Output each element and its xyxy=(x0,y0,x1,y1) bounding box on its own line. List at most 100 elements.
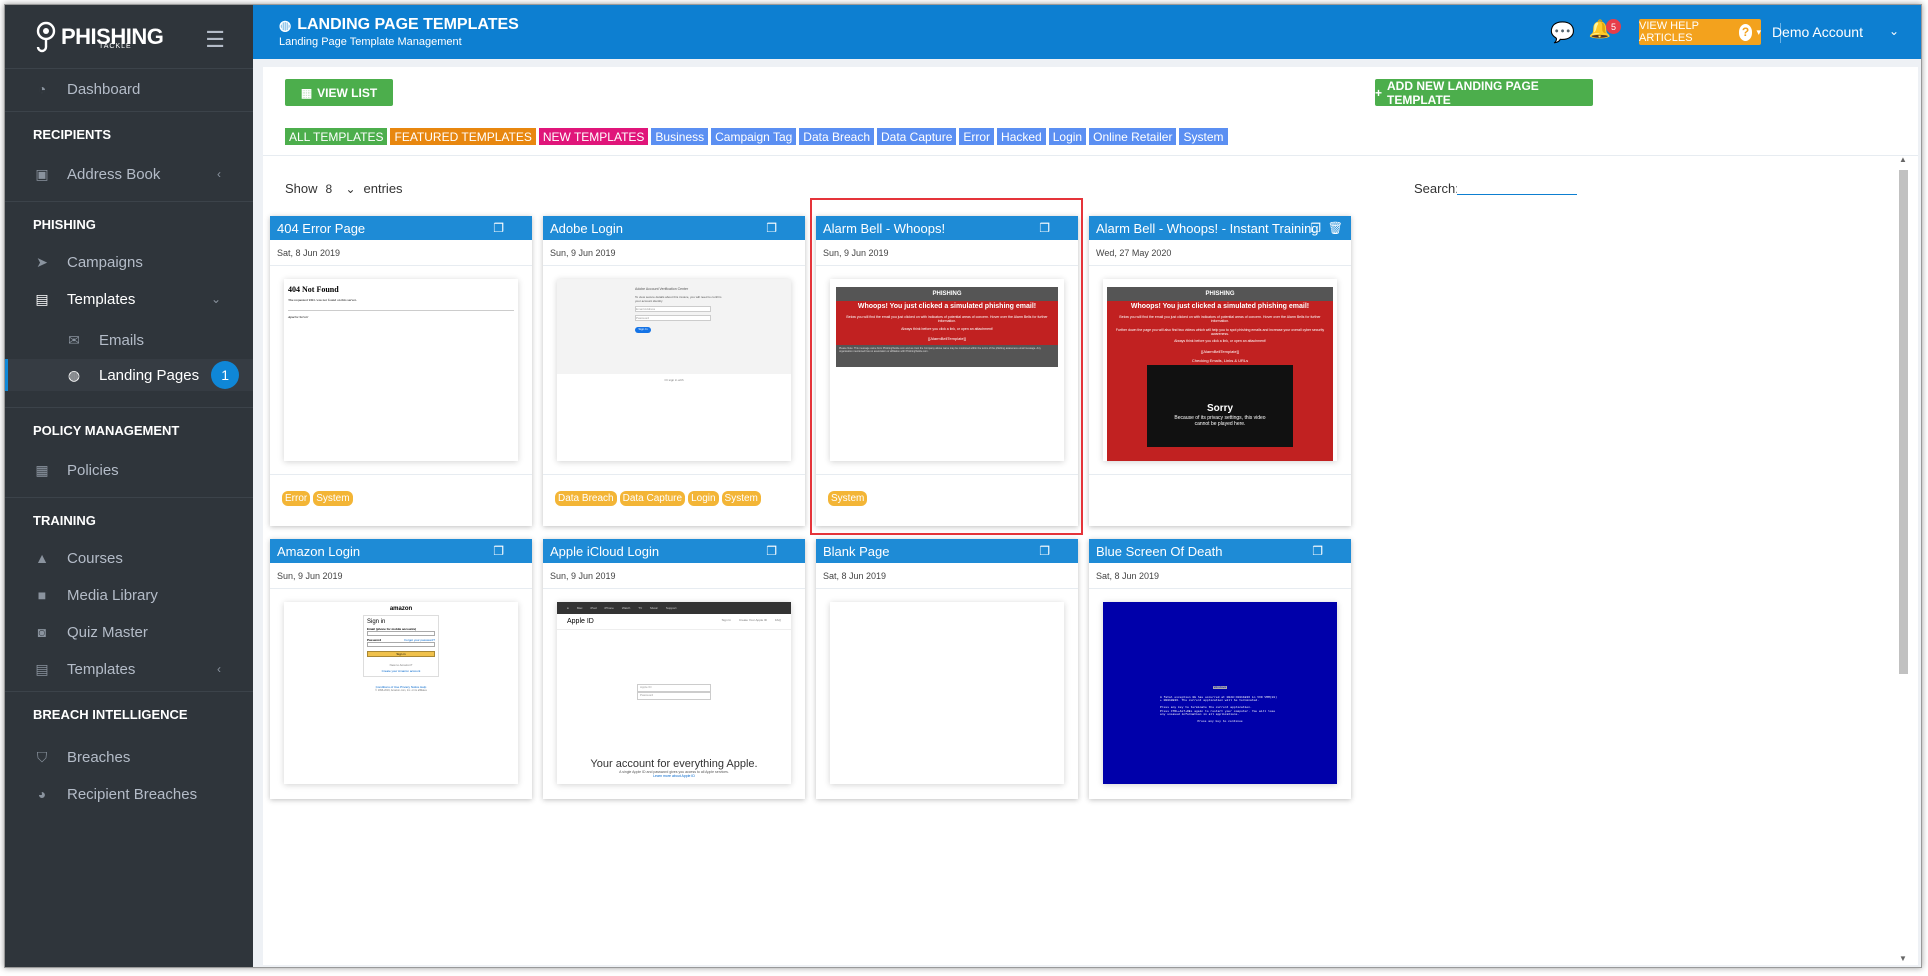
preview-footer: © 1996-2019, Amazon.com, Inc. or its aff… xyxy=(375,689,427,692)
sidebar-item-media-library[interactable]: ■ Media Library xyxy=(5,573,253,617)
copy-icon[interactable]: ❐ xyxy=(766,544,777,558)
logo[interactable]: PHISHING TACKLE ☰ xyxy=(5,5,253,69)
scrollbar[interactable]: ▲ ▼ xyxy=(1899,155,1908,963)
template-card[interactable]: Adobe Login ❐ Sun, 9 Jun 2019 Adobe Account… xyxy=(543,216,805,526)
preview-nav: ● Mac iPad iPhone Watch TV Music Support xyxy=(557,602,791,614)
template-card[interactable]: Alarm Bell - Whoops! - Instant Training ❐… xyxy=(1089,216,1351,526)
preview-text: Always think before you click a link, or… xyxy=(1174,339,1266,343)
card-tag[interactable]: Data Capture xyxy=(619,491,686,506)
template-card[interactable]: 404 Error Page ❐ Sat, 8 Jun 2019 404 Not Fo… xyxy=(270,216,532,526)
sidebar-item-dashboard[interactable]: ◔ Dashboard xyxy=(5,69,253,109)
sidebar-item-templates[interactable]: ▤ Templates ⌄ xyxy=(5,277,253,321)
filter-tag[interactable]: Business xyxy=(651,128,709,145)
copy-icon[interactable]: ❐ xyxy=(1039,221,1050,235)
sidebar-item-label: Address Book xyxy=(67,165,161,183)
card-tag[interactable]: Login xyxy=(688,491,719,506)
template-card[interactable]: Amazon Login ❐ Sun, 9 Jun 2019 amazon Sign i… xyxy=(270,539,532,799)
help-articles-button[interactable]: VIEW HELP ARTICLES? ▾ xyxy=(1639,19,1761,45)
preview-input: Password xyxy=(637,692,711,700)
template-card[interactable]: Blank Page ❐ Sat, 8 Jun 2019 xyxy=(816,539,1078,799)
filter-tag[interactable]: Online Retailer xyxy=(1089,128,1177,145)
card-tag[interactable]: System xyxy=(721,491,761,506)
template-card[interactable]: Apple iCloud Login ❐ Sun, 9 Jun 2019 ● Mac iP… xyxy=(543,539,805,799)
filter-tag[interactable]: Login xyxy=(1048,128,1087,145)
scroll-up-icon[interactable]: ▲ xyxy=(1899,155,1907,164)
menu-toggle-icon[interactable]: ☰ xyxy=(205,27,225,53)
template-preview[interactable]: PHISHING Whoops! You just clicked a simul… xyxy=(830,279,1064,461)
copy-icon[interactable]: ❐ xyxy=(1312,544,1323,558)
section-recipients: RECIPIENTS xyxy=(5,111,253,157)
filter-tag[interactable]: Data Breach xyxy=(799,128,874,145)
copy-icon[interactable]: ❐ xyxy=(493,221,504,235)
template-preview[interactable]: amazon Sign in Email (phone for mobile acc… xyxy=(284,602,518,784)
sidebar-item-training-templates[interactable]: ▤ Templates ‹ xyxy=(5,647,253,691)
sidebar-item-policies[interactable]: ▦ Policies xyxy=(5,453,253,487)
search-input[interactable] xyxy=(1457,173,1577,195)
card-tag[interactable]: Data Breach xyxy=(555,491,617,506)
card-tag[interactable]: System xyxy=(828,491,868,506)
filter-tag[interactable]: FEATURED TEMPLATES xyxy=(390,128,536,145)
copy-icon[interactable]: ❐ xyxy=(493,544,504,558)
sidebar-item-label: Dashboard xyxy=(67,80,141,98)
entries-label: entries xyxy=(363,181,403,196)
preview-text: Further down the page you will also find… xyxy=(1115,328,1325,336)
address-book-icon: ▣ xyxy=(35,165,49,182)
template-preview[interactable] xyxy=(830,602,1064,784)
preview-link: FAQ xyxy=(774,618,781,622)
sidebar-item-address-book[interactable]: ▣ Address Book ‹ xyxy=(5,157,253,191)
filter-tag[interactable]: NEW TEMPLATES xyxy=(538,128,649,145)
divider xyxy=(270,474,532,475)
add-new-template-button[interactable]: + ADD NEW LANDING PAGE TEMPLATE xyxy=(1375,79,1593,107)
template-card[interactable]: Blue Screen Of Death ❐ Sat, 8 Jun 2019 Wind… xyxy=(1089,539,1351,799)
entries-selector: Show 8 ⌄ entries xyxy=(285,181,403,196)
trash-icon[interactable]: 🗑 xyxy=(1328,221,1343,235)
sidebar-item-breaches[interactable]: ⛉ Breaches xyxy=(5,737,253,777)
globe-icon: ◍ xyxy=(279,16,292,33)
paper-plane-icon: ➤ xyxy=(36,253,48,270)
sidebar-item-quiz-master[interactable]: ◙ Quiz Master xyxy=(5,617,253,647)
copy-icon[interactable]: ❐ xyxy=(1039,544,1050,558)
card-tags: Error System xyxy=(282,491,353,506)
template-preview[interactable]: 404 Not Found The requested URL was not f… xyxy=(284,279,518,461)
sidebar-item-courses[interactable]: ▲ Courses xyxy=(5,543,253,573)
template-card[interactable]: Alarm Bell - Whoops! ❐ Sun, 9 Jun 2019 PHIS… xyxy=(816,216,1078,526)
sidebar-item-landing-pages[interactable]: ◍ Landing Pages 1 xyxy=(5,359,253,391)
account-menu[interactable]: Demo Account xyxy=(1772,24,1863,40)
sidebar-item-emails[interactable]: ✉ Emails xyxy=(5,321,253,359)
preview-nav-item: iPad xyxy=(590,606,597,610)
sidebar-item-label: Quiz Master xyxy=(67,623,148,641)
filter-tag[interactable]: Hacked xyxy=(997,128,1046,145)
filter-tag[interactable]: ALL TEMPLATES xyxy=(285,128,388,145)
preview-link: Create Your Apple ID xyxy=(738,618,767,622)
template-preview[interactable]: Windows A fatal exception 0E has occurred… xyxy=(1103,602,1337,784)
template-preview[interactable]: PHISHING Whoops! You just clicked a simul… xyxy=(1103,279,1337,461)
copy-icon[interactable]: ❐ xyxy=(1310,221,1321,235)
scrollbar-thumb[interactable] xyxy=(1899,170,1908,674)
preview-logo: PHISHING xyxy=(836,287,1058,301)
sidebar-item-label: Templates xyxy=(67,290,136,308)
sidebar-item-campaigns[interactable]: ➤ Campaigns xyxy=(5,247,253,277)
scroll-down-icon[interactable]: ▼ xyxy=(1899,954,1907,963)
copy-icon[interactable]: ❐ xyxy=(766,221,777,235)
sidebar: PHISHING TACKLE ☰ ◔ Dashboard RECIPIENTS … xyxy=(5,5,253,967)
chat-icon[interactable]: 💬 xyxy=(1550,20,1575,45)
entries-select[interactable]: 8 ⌄ xyxy=(326,182,356,196)
card-header: Alarm Bell - Whoops! - Instant Training ❐… xyxy=(1089,216,1351,240)
view-list-button[interactable]: ▦ VIEW LIST xyxy=(285,79,393,106)
chevron-down-icon[interactable]: ⌄ xyxy=(1889,24,1899,38)
template-preview[interactable]: ● Mac iPad iPhone Watch TV Music Support Apple I… xyxy=(557,602,791,784)
filter-tag[interactable]: System xyxy=(1179,128,1228,145)
video-placeholder[interactable]: Sorry Because of its privacy settings, th… xyxy=(1147,365,1293,447)
sidebar-item-recipient-breaches[interactable]: ◕ Recipient Breaches xyxy=(5,777,253,811)
sidebar-item-label: Campaigns xyxy=(67,253,143,271)
card-tag[interactable]: Error xyxy=(282,491,311,506)
filter-tag[interactable]: Data Capture xyxy=(877,128,957,145)
card-tag[interactable]: System xyxy=(313,491,353,506)
preview-footer: Or sign in with xyxy=(664,378,684,382)
filter-tag[interactable]: Campaign Tag xyxy=(711,128,797,145)
filter-tag[interactable]: Error xyxy=(959,128,995,145)
chevron-down-icon: ▾ xyxy=(1756,26,1761,37)
preview-text: Below you will find the email you just c… xyxy=(1119,315,1321,323)
preview-text: [[AlarmBellTemplate]] xyxy=(1201,349,1239,354)
template-preview[interactable]: Adobe Account Verification Center To view… xyxy=(557,279,791,461)
